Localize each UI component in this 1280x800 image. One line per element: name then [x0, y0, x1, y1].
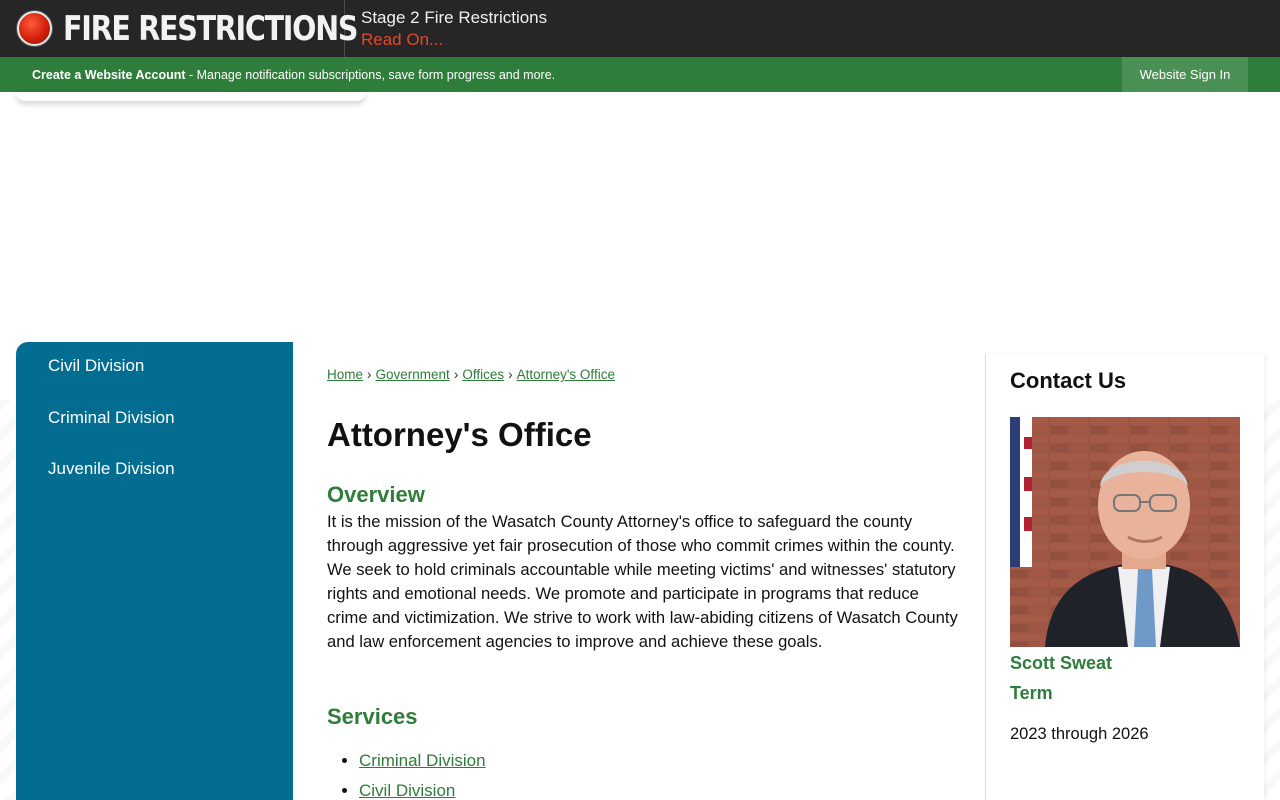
- breadcrumb-government[interactable]: Government: [376, 367, 450, 382]
- breadcrumb-offices[interactable]: Offices: [462, 367, 504, 382]
- term-label: Term: [1010, 683, 1053, 703]
- sidebar-nav: Civil Division Criminal Division Juvenil…: [16, 342, 293, 800]
- list-item: Civil Division: [359, 776, 486, 800]
- account-promo: Create a Website Account - Manage notifi…: [0, 68, 555, 82]
- main-content: Home › Government › Offices › Attorney's Offic…: [293, 342, 985, 800]
- breadcrumb: Home › Government › Offices › Attorney's Offic…: [327, 367, 615, 382]
- term-value: 2023 through 2026: [1010, 725, 1149, 743]
- alert-message-title: Stage 2 Fire Restrictions: [361, 7, 548, 27]
- service-link-criminal-division[interactable]: Criminal Division: [359, 751, 486, 770]
- services-list: Criminal Division Civil Division: [359, 746, 486, 800]
- alert-icon: [17, 11, 52, 46]
- list-item: Criminal Division: [359, 746, 486, 776]
- page-title: Attorney's Office: [327, 416, 592, 453]
- overview-text: It is the mission of the Wasatch County …: [327, 512, 958, 651]
- sidebar-item-juvenile-division[interactable]: Juvenile Division: [48, 459, 175, 479]
- person-photo: [1010, 417, 1240, 647]
- sidebar-item-civil-division[interactable]: Civil Division: [48, 356, 144, 376]
- account-bar: Create a Website Account - Manage notifi…: [0, 57, 1280, 92]
- breadcrumb-separator: ›: [508, 367, 513, 382]
- sign-in-button[interactable]: Website Sign In: [1122, 57, 1248, 92]
- create-account-link[interactable]: Create a Website Account: [32, 68, 186, 82]
- contact-title: Contact Us: [1010, 368, 1127, 393]
- breadcrumb-home[interactable]: Home: [327, 367, 363, 382]
- sidebar-item-criminal-division[interactable]: Criminal Division: [48, 408, 175, 428]
- service-link-civil-division[interactable]: Civil Division: [359, 781, 455, 800]
- contact-panel: Contact Us Scott Sweat Term 2023 through…: [985, 354, 1264, 800]
- alert-message: Stage 2 Fire Restrictions Read On...: [345, 7, 547, 51]
- overview-heading: Overview: [327, 482, 425, 507]
- menu-dropdown-card: [16, 92, 366, 101]
- banner: [0, 92, 1280, 342]
- alert-brand[interactable]: FIRE RESTRICTIONS: [0, 0, 358, 57]
- alert-bar: FIRE RESTRICTIONS Stage 2 Fire Restricti…: [0, 0, 1280, 57]
- services-heading: Services: [327, 704, 418, 729]
- alert-read-on-link[interactable]: Read On...: [361, 29, 443, 51]
- account-promo-desc: - Manage notification subscriptions, sav…: [185, 67, 556, 82]
- person-name: Scott Sweat: [1010, 653, 1113, 673]
- breadcrumb-attorneys-office[interactable]: Attorney's Office: [517, 367, 615, 382]
- portrait-image: [1010, 417, 1240, 647]
- breadcrumb-separator: ›: [453, 367, 459, 382]
- alert-title: FIRE RESTRICTIONS: [63, 8, 358, 49]
- breadcrumb-separator: ›: [367, 367, 372, 382]
